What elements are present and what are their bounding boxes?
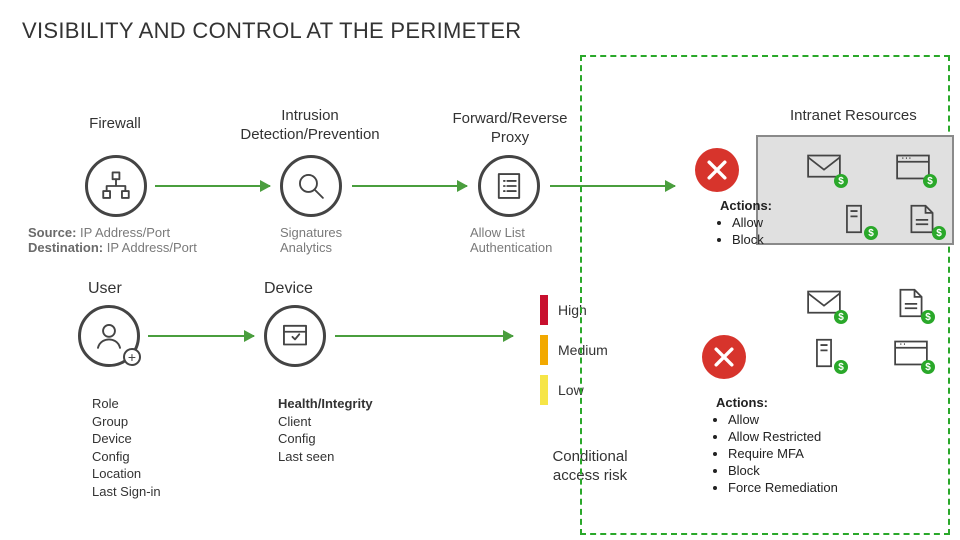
deny-icon-2 [702, 335, 746, 379]
risk-bar-medium [540, 335, 548, 365]
asset-mail-icon: $ [806, 152, 842, 182]
asset-mail2-icon: $ [806, 288, 842, 318]
asset-server2-icon: $ [806, 338, 842, 368]
magnify-icon [280, 155, 342, 217]
label-firewall: Firewall [55, 115, 175, 134]
asset-doc2-icon: $ [893, 288, 929, 318]
device-icon [264, 305, 326, 367]
asset-doc-icon: $ [904, 204, 940, 234]
actions-1: Actions: AllowBlock [720, 198, 772, 249]
label-proxy: Forward/Reverse Proxy [430, 110, 590, 148]
asset-server-icon: $ [836, 204, 872, 234]
intranet-title: Intranet Resources [790, 107, 917, 124]
slide-title: VISIBILITY AND CONTROL AT THE PERIMETER [22, 18, 521, 44]
risk-bar-high [540, 295, 548, 325]
actions-2: Actions: AllowAllow RestrictedRequire MF… [716, 395, 838, 496]
risk-bar-low [540, 375, 548, 405]
idp-sub: SignaturesAnalytics [280, 225, 342, 255]
list-icon [478, 155, 540, 217]
deny-icon-1 [695, 148, 739, 192]
asset-web-icon: $ [895, 152, 931, 182]
user-attrs: RoleGroupDeviceConfigLocationLast Sign-i… [92, 395, 161, 500]
proxy-sub: Allow ListAuthentication [470, 225, 552, 255]
arrow-fw-idp [155, 185, 270, 187]
label-user: User [88, 280, 122, 298]
firewall-icon [85, 155, 147, 217]
label-idp: Intrusion Detection/Prevention [225, 107, 395, 145]
asset-web2-icon: $ [893, 338, 929, 368]
arrow-idp-proxy [352, 185, 467, 187]
arrow-user-device [148, 335, 254, 337]
user-icon: + [78, 305, 140, 367]
firewall-sub: Source: IP Address/PortDestination: IP A… [28, 225, 197, 255]
arrow-device-risk [335, 335, 513, 337]
device-attrs: Health/Integrity Client Config Last seen [278, 395, 373, 465]
label-device: Device [264, 280, 313, 298]
